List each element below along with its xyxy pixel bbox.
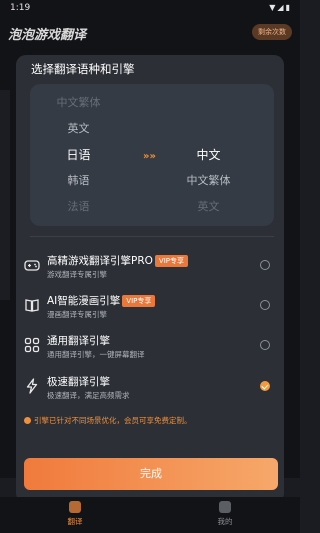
bottom-nav: 翻译 我的 bbox=[0, 497, 300, 533]
target-language-spacer bbox=[161, 90, 256, 116]
background-strip bbox=[0, 90, 10, 300]
engine-option-general[interactable]: 通用翻译引擎 通用翻译引擎，一键屏幕翻译 bbox=[24, 331, 280, 371]
engine-name-container: 高精游戏翻译引擎PRO VIP专享 bbox=[47, 253, 188, 268]
engine-option-game-pro[interactable]: 高精游戏翻译引擎PRO VIP专享 游戏翻译专属引擎 bbox=[24, 251, 280, 291]
engine-name: 通用翻译引擎 bbox=[47, 335, 110, 347]
target-language-column[interactable]: 中文 中文繁体 英文 bbox=[161, 90, 256, 220]
engine-description: 漫画翻译专属引擎 bbox=[47, 310, 107, 319]
source-language-selected[interactable]: 日语 bbox=[31, 142, 126, 168]
engine-name-container: AI智能漫画引擎 VIP专享 bbox=[47, 293, 156, 308]
grid-icon bbox=[24, 337, 40, 353]
engine-radio[interactable] bbox=[260, 300, 270, 310]
engine-option-fast[interactable]: 极速翻译引擎 极速翻译，满足高频需求 bbox=[24, 372, 280, 412]
engine-radio[interactable] bbox=[260, 260, 270, 270]
vip-badge: VIP专享 bbox=[154, 255, 188, 267]
engine-notice: 引擎已针对不同场景优化，会员可享免费定制。 bbox=[24, 415, 192, 426]
status-time: 1:19 bbox=[10, 3, 31, 13]
nav-label: 我的 bbox=[217, 517, 233, 526]
translate-direction-icon: »» bbox=[143, 151, 156, 162]
remaining-quota-button[interactable]: 剩余次数 bbox=[252, 24, 292, 40]
engine-name: 高精游戏翻译引擎PRO bbox=[47, 255, 153, 267]
engine-description: 极速翻译，满足高频需求 bbox=[47, 391, 130, 400]
source-language-option[interactable]: 英文 bbox=[31, 116, 126, 142]
user-icon bbox=[219, 501, 231, 513]
source-language-option[interactable]: 法语 bbox=[31, 194, 126, 220]
gamepad-icon bbox=[24, 260, 40, 271]
divider bbox=[30, 236, 274, 237]
language-picker: 中文繁体 英文 日语 韩语 法语 »» 中文 中文繁体 英文 bbox=[30, 84, 274, 226]
nav-item-mine[interactable]: 我的 bbox=[205, 501, 245, 527]
arrow-glyph: » bbox=[149, 151, 156, 162]
engine-name: AI智能漫画引擎 bbox=[47, 295, 121, 307]
nav-item-translate[interactable]: 翻译 bbox=[55, 501, 95, 527]
book-icon bbox=[25, 299, 39, 312]
target-language-option[interactable]: 英文 bbox=[161, 194, 256, 220]
target-language-option[interactable]: 中文繁体 bbox=[161, 168, 256, 194]
target-language-spacer bbox=[161, 116, 256, 142]
engine-select-modal: 选择翻译语种和引擎 中文繁体 英文 日语 韩语 法语 »» 中文 中文繁体 英文 bbox=[16, 55, 284, 503]
engine-option-ai-manga[interactable]: AI智能漫画引擎 VIP专享 漫画翻译专属引擎 bbox=[24, 291, 280, 331]
engine-radio[interactable] bbox=[260, 340, 270, 350]
status-icons: ▼◢▮ bbox=[269, 3, 292, 12]
engine-radio-checked[interactable] bbox=[260, 381, 270, 391]
engine-description: 通用翻译引擎，一键屏幕翻译 bbox=[47, 350, 145, 359]
status-bar: 1:19 ▼◢▮ bbox=[0, 0, 300, 18]
modal-title: 选择翻译语种和引擎 bbox=[31, 62, 135, 76]
translate-icon bbox=[69, 501, 81, 513]
lightbulb-icon bbox=[24, 417, 31, 424]
nav-label: 翻译 bbox=[67, 517, 83, 526]
target-language-selected[interactable]: 中文 bbox=[161, 142, 256, 168]
source-language-column[interactable]: 中文繁体 英文 日语 韩语 法语 bbox=[31, 90, 126, 220]
engine-name: 极速翻译引擎 bbox=[47, 376, 110, 388]
vip-badge: VIP专享 bbox=[122, 295, 156, 307]
app-header: 泡泡游戏翻译 剩余次数 bbox=[0, 18, 300, 48]
app-title: 泡泡游戏翻译 bbox=[8, 28, 87, 43]
lightning-icon bbox=[26, 378, 38, 394]
engine-description: 游戏翻译专属引擎 bbox=[47, 270, 107, 279]
notice-text: 引擎已针对不同场景优化，会员可享免费定制。 bbox=[34, 416, 192, 425]
done-button[interactable]: 完成 bbox=[24, 458, 278, 490]
source-language-option[interactable]: 中文繁体 bbox=[31, 90, 126, 116]
source-language-option[interactable]: 韩语 bbox=[31, 168, 126, 194]
